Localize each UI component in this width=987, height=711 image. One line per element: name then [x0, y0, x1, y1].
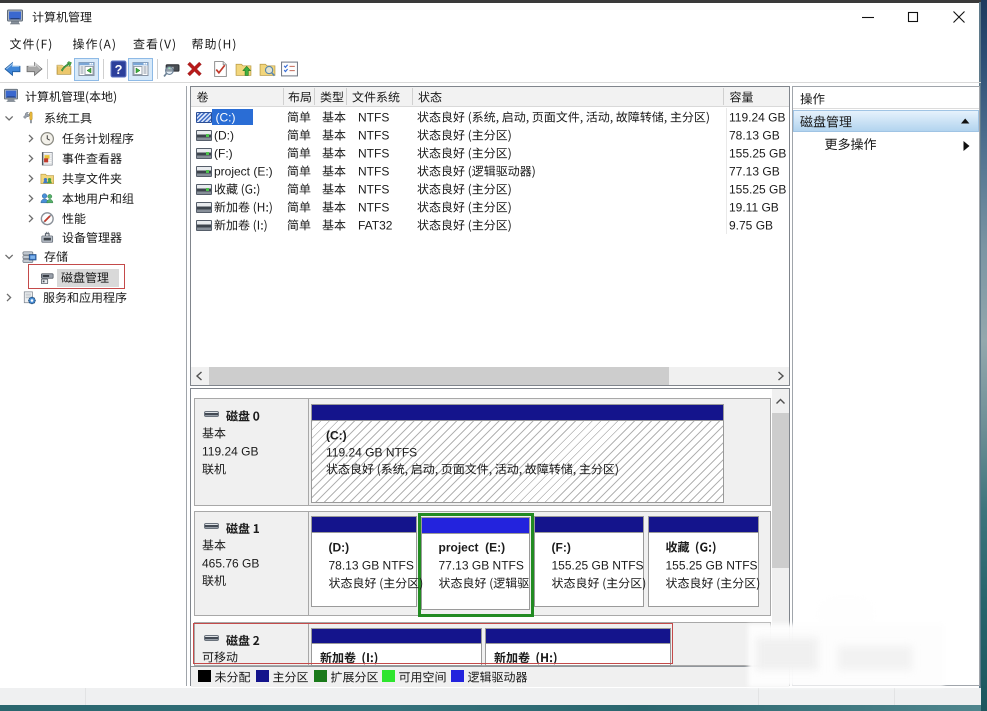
- svg-text:?: ?: [115, 62, 123, 77]
